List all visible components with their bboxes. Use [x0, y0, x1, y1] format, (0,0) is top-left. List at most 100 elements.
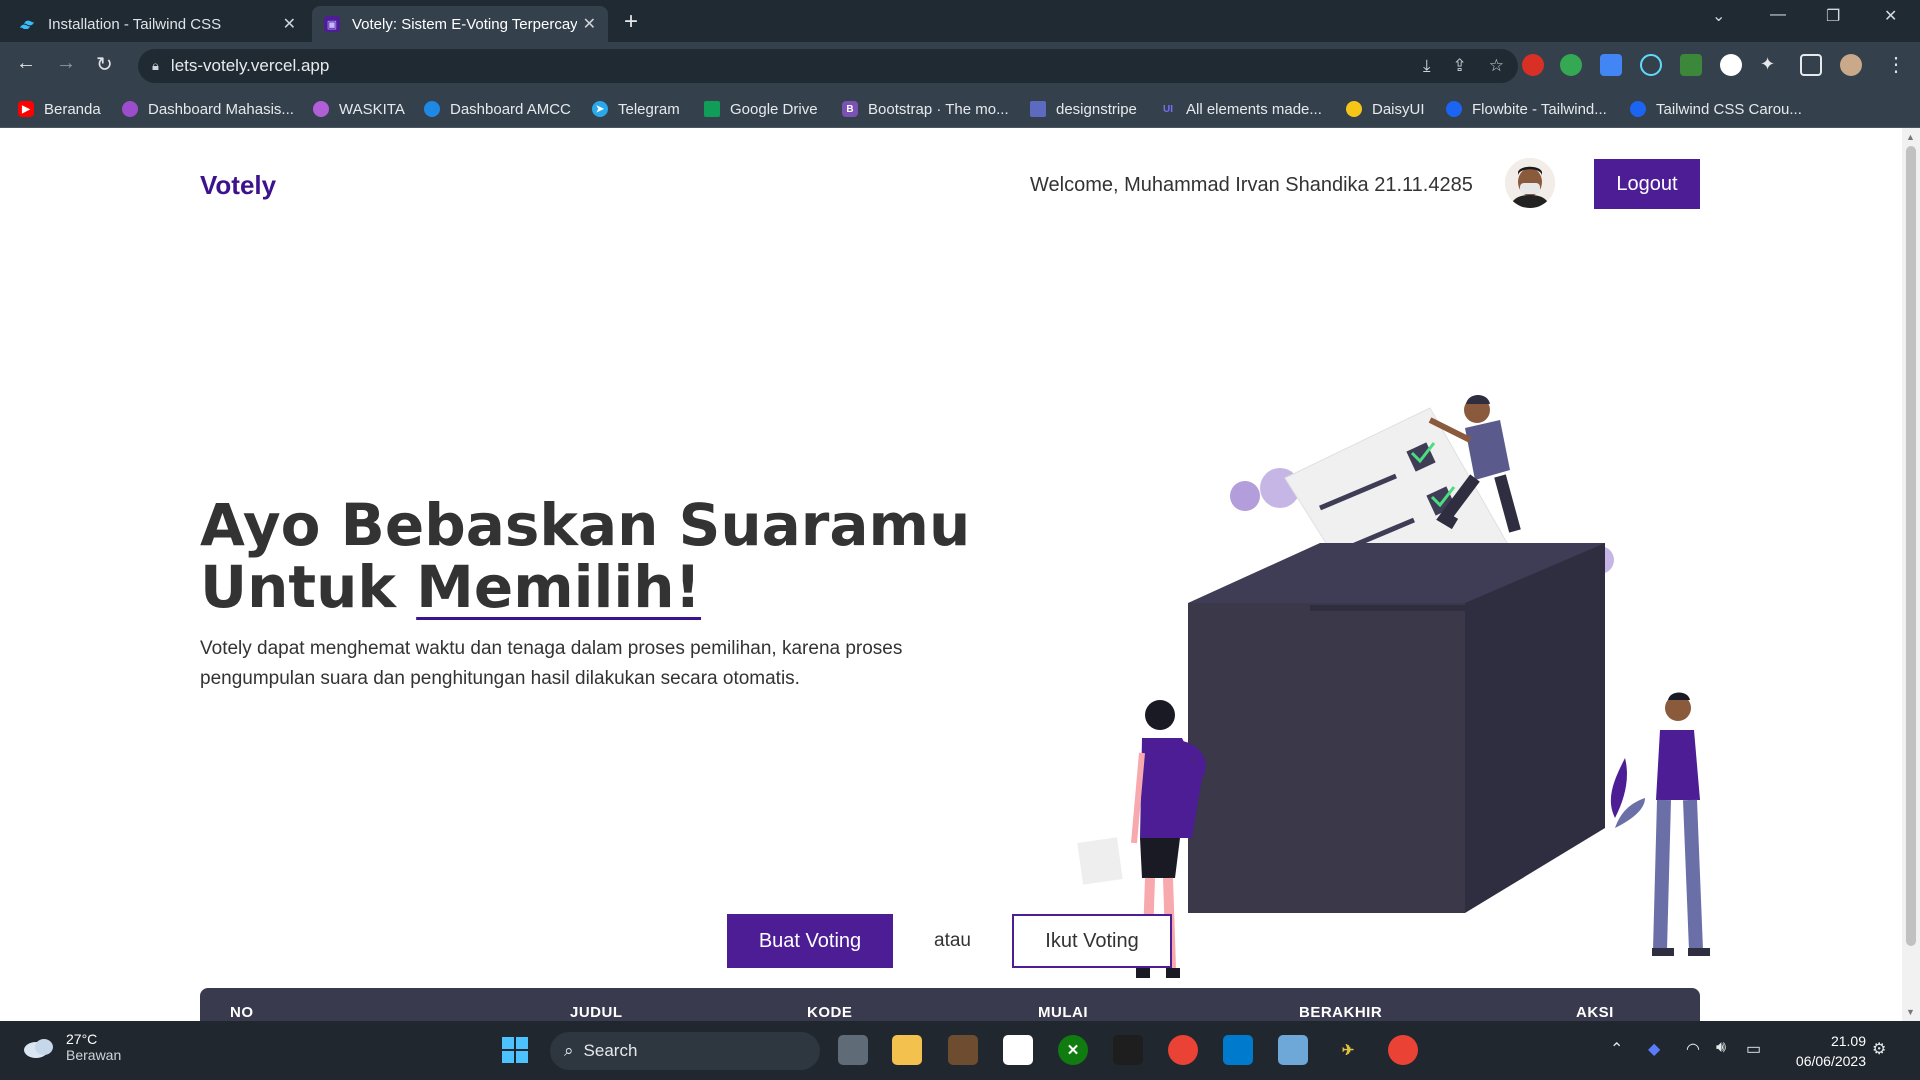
hero-title: Ayo Bebaskan Suaramu Untuk Memilih!: [200, 494, 970, 618]
bookmark-item[interactable]: ➤ Telegram: [592, 90, 680, 128]
avatar: [1505, 158, 1555, 208]
side-panel-icon[interactable]: [1800, 54, 1822, 76]
wifi-icon[interactable]: ◠: [1686, 1039, 1700, 1059]
bootstrap-icon: B: [842, 101, 858, 117]
extension-icon[interactable]: [1680, 54, 1702, 76]
votely-icon: ▣: [324, 16, 340, 32]
taskbar-search[interactable]: ⌕ Search: [550, 1032, 820, 1070]
bookmark-item[interactable]: Dashboard AMCC: [424, 90, 571, 128]
bookmark-item[interactable]: UI All elements made...: [1160, 90, 1322, 128]
extension-icon[interactable]: [1522, 54, 1544, 76]
bookmark-item[interactable]: Flowbite - Tailwind...: [1446, 90, 1607, 128]
bookmark-item[interactable]: DaisyUI: [1346, 90, 1425, 128]
scroll-down-icon[interactable]: ▼: [1906, 1007, 1915, 1017]
notification-icon[interactable]: ⚙: [1872, 1039, 1886, 1059]
weather-desc: Berawan: [66, 1047, 122, 1063]
minecraft-icon[interactable]: [948, 1035, 978, 1065]
flowbite-icon: [1630, 101, 1646, 117]
chrome-icon[interactable]: [1168, 1035, 1198, 1065]
file-explorer-icon[interactable]: [892, 1035, 922, 1065]
bookmark-item[interactable]: Tailwind CSS Carou...: [1630, 90, 1802, 128]
bookmark-icon: UI: [1163, 103, 1173, 115]
chevron-up-icon[interactable]: ⌃: [1610, 1039, 1623, 1059]
star-icon[interactable]: ☆: [1489, 56, 1504, 76]
extension-icon[interactable]: [1720, 54, 1742, 76]
bookmark-item[interactable]: designstripe: [1030, 90, 1137, 128]
search-label: Search: [583, 1041, 638, 1060]
logout-button[interactable]: Logout: [1594, 159, 1700, 209]
windows-start-icon[interactable]: [500, 1035, 530, 1065]
extension-icon[interactable]: [1600, 54, 1622, 76]
bookmark-label: Telegram: [618, 100, 680, 118]
bookmark-label: Tailwind CSS Carou...: [1656, 100, 1802, 118]
new-tab-icon[interactable]: +: [624, 8, 638, 36]
bookmark-item[interactable]: B Bootstrap · The mo...: [842, 90, 1009, 128]
battery-icon[interactable]: ▭: [1746, 1039, 1761, 1059]
react-devtools-icon[interactable]: [1640, 54, 1662, 76]
tab-title: Installation - Tailwind CSS: [48, 15, 222, 33]
app-icon[interactable]: ✈: [1333, 1035, 1363, 1065]
brand-logo[interactable]: Votely: [200, 170, 276, 201]
column-header-aksi: AKSI: [1576, 1004, 1614, 1021]
back-icon[interactable]: ←: [16, 52, 36, 75]
volume-icon[interactable]: 🔊︎: [1716, 1039, 1726, 1057]
bookmark-label: designstripe: [1056, 100, 1137, 118]
vscode-icon[interactable]: [1223, 1035, 1253, 1065]
weather-widget[interactable]: 27°C Berawan: [22, 1031, 121, 1063]
puzzle-icon[interactable]: ✦: [1760, 54, 1782, 76]
chrome-profile-icon[interactable]: [1388, 1035, 1418, 1065]
restore-icon[interactable]: ❐: [1826, 6, 1840, 26]
bookmark-item[interactable]: Dashboard Mahasis...: [122, 90, 294, 128]
install-icon[interactable]: ⤓: [1423, 56, 1431, 76]
minimize-icon[interactable]: —: [1770, 6, 1786, 24]
daisyui-icon: [1346, 101, 1362, 117]
column-header-berakhir: BERAKHIR: [1299, 1004, 1383, 1021]
reload-icon[interactable]: ↻: [96, 52, 113, 77]
window-close-icon[interactable]: ✕: [1884, 6, 1897, 26]
bookmark-item[interactable]: WASKITA: [313, 90, 405, 128]
column-header-mulai: MULAI: [1038, 1004, 1088, 1021]
xbox-icon[interactable]: ✕: [1058, 1035, 1088, 1065]
close-icon[interactable]: ✕: [283, 14, 296, 34]
column-header-no: NO: [230, 1004, 254, 1021]
or-label: atau: [934, 930, 971, 951]
browser-toolbar: ← → ↻ 🔒︎ lets-votely.vercel.app ⤓ ⇪ ☆ ✦ …: [0, 42, 1920, 90]
tray-app-icon[interactable]: ◆: [1648, 1039, 1660, 1059]
bookmark-item[interactable]: ▶ Beranda: [18, 90, 101, 128]
bookmark-label: WASKITA: [339, 100, 405, 118]
forward-icon[interactable]: →: [56, 52, 76, 75]
bookmark-icon: [313, 101, 329, 117]
extension-icon[interactable]: [1560, 54, 1582, 76]
figma-icon[interactable]: [1113, 1035, 1143, 1065]
tab-tailwind[interactable]: Installation - Tailwind CSS ✕: [8, 6, 308, 42]
menu-icon[interactable]: ⋮: [1886, 52, 1906, 77]
tab-title: Votely: Sistem E-Voting Terpercaya: [352, 15, 577, 33]
address-bar[interactable]: 🔒︎ lets-votely.vercel.app ⤓ ⇪ ☆: [138, 49, 1518, 83]
bookmark-icon: [122, 101, 138, 117]
hero-title-line2: Untuk: [200, 553, 417, 621]
task-view-icon[interactable]: [838, 1035, 868, 1065]
app-icon[interactable]: [1278, 1035, 1308, 1065]
clock-date: 06/06/2023: [1795, 1053, 1866, 1069]
hero-title-highlight: Memilih!: [416, 553, 702, 621]
page-scrollbar[interactable]: ▲ ▼: [1902, 128, 1920, 1021]
bookmark-label: DaisyUI: [1372, 100, 1425, 118]
microsoft-store-icon[interactable]: [1003, 1035, 1033, 1065]
google-drive-icon: [704, 101, 720, 117]
join-voting-button[interactable]: Ikut Voting: [1012, 914, 1172, 968]
tab-votely[interactable]: ▣ Votely: Sistem E-Voting Terpercaya ✕: [312, 6, 608, 42]
profile-avatar-icon[interactable]: [1840, 54, 1862, 76]
hero-title-line1: Ayo Bebaskan Suaramu: [200, 491, 971, 559]
column-header-kode: KODE: [807, 1004, 853, 1021]
scroll-up-icon[interactable]: ▲: [1906, 132, 1915, 142]
bookmark-item[interactable]: Google Drive: [704, 90, 818, 128]
scroll-thumb[interactable]: [1906, 146, 1916, 946]
create-voting-button[interactable]: Buat Voting: [727, 914, 893, 968]
system-clock[interactable]: 21.09 06/06/2023: [1796, 1031, 1866, 1071]
welcome-text: Welcome, Muhammad Irvan Shandika 21.11.4…: [1030, 174, 1473, 196]
clock-time: 21.09: [1830, 1033, 1866, 1049]
share-icon[interactable]: ⇪: [1453, 56, 1467, 76]
tab-search-icon[interactable]: ⌄: [1712, 6, 1725, 26]
cloud-icon: [24, 1039, 53, 1058]
close-icon[interactable]: ✕: [583, 14, 596, 34]
